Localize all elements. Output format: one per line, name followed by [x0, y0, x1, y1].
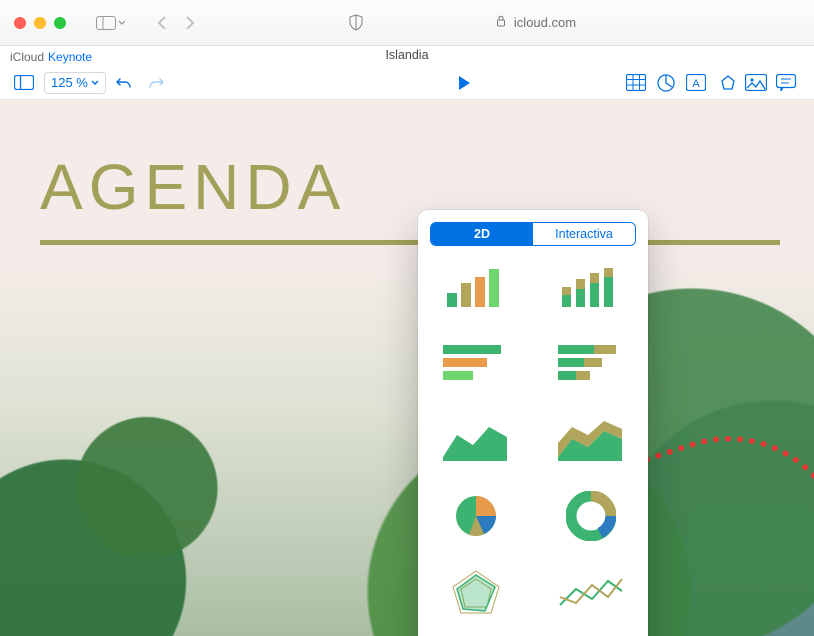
- chart-type-radar[interactable]: [430, 562, 521, 622]
- app-toolbar: 125 % A: [0, 66, 814, 100]
- undo-button[interactable]: [110, 70, 138, 96]
- lock-icon: [496, 15, 506, 30]
- insert-text-button[interactable]: A: [682, 70, 710, 96]
- chart-type-area[interactable]: [430, 410, 521, 470]
- zoom-select[interactable]: 125 %: [44, 72, 106, 94]
- chart-picker-popover: 2D Interactiva: [418, 210, 648, 636]
- chart-type-segmented-control: 2D Interactiva: [430, 222, 636, 246]
- insert-table-button[interactable]: [622, 70, 650, 96]
- close-window-button[interactable]: [14, 17, 26, 29]
- play-button[interactable]: [450, 70, 478, 96]
- chart-type-bar-vertical-stacked[interactable]: [545, 258, 636, 318]
- chart-type-bar-horizontal[interactable]: [430, 334, 521, 394]
- navigator-toggle-button[interactable]: [10, 70, 38, 96]
- chart-type-donut[interactable]: [545, 486, 636, 546]
- zoom-value: 125 %: [51, 75, 88, 90]
- slide-heading[interactable]: AGENDA: [40, 150, 346, 224]
- slide-divider: [40, 240, 780, 245]
- tab-interactive[interactable]: Interactiva: [533, 223, 635, 245]
- insert-shape-button[interactable]: [712, 70, 740, 96]
- insert-media-button[interactable]: [742, 70, 770, 96]
- chart-type-pie[interactable]: [430, 486, 521, 546]
- insert-chart-button[interactable]: [652, 70, 680, 96]
- breadcrumb-app[interactable]: Keynote: [48, 50, 92, 64]
- address-bar[interactable]: icloud.com: [376, 10, 696, 36]
- chart-type-bar-vertical[interactable]: [430, 258, 521, 318]
- sidebar-toggle-icon[interactable]: [96, 16, 126, 30]
- chart-type-area-stacked[interactable]: [545, 410, 636, 470]
- url-text: icloud.com: [514, 15, 576, 30]
- breadcrumb-root[interactable]: iCloud: [10, 50, 44, 64]
- back-button[interactable]: [156, 15, 168, 31]
- chart-type-line-multi[interactable]: [545, 562, 636, 622]
- chevron-down-icon: [91, 79, 99, 87]
- insert-comment-button[interactable]: [772, 70, 800, 96]
- zoom-window-button[interactable]: [54, 17, 66, 29]
- tab-2d[interactable]: 2D: [431, 223, 533, 245]
- forward-button[interactable]: [184, 15, 196, 31]
- chart-type-grid: [430, 258, 636, 636]
- window-controls: [14, 17, 66, 29]
- svg-text:A: A: [692, 78, 700, 90]
- redo-button[interactable]: [142, 70, 170, 96]
- privacy-shield-icon[interactable]: [348, 14, 364, 32]
- slide-canvas[interactable]: AGENDA 2D Interactiva: [0, 100, 814, 636]
- minimize-window-button[interactable]: [34, 17, 46, 29]
- breadcrumb: iCloud Keynote: [0, 46, 814, 66]
- chart-type-bar-horizontal-stacked[interactable]: [545, 334, 636, 394]
- browser-chrome: icloud.com: [0, 0, 814, 46]
